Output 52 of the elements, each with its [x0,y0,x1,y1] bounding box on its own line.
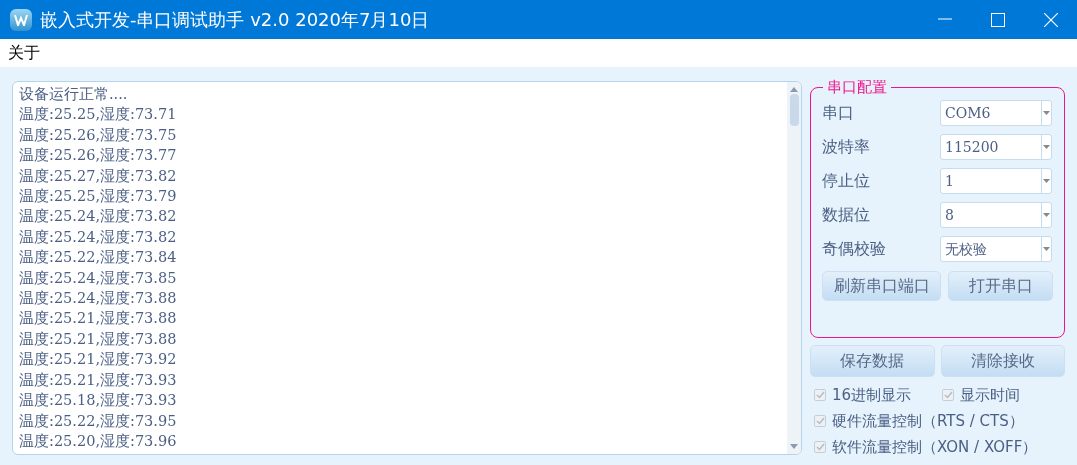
log-line: 温度:25.21,湿度:73.88 [19,329,178,349]
dropdown-arrow-icon [1043,247,1050,251]
log-line: 温度:25.21,湿度:73.92 [19,350,178,370]
log-line: 温度:25.22,湿度:73.95 [19,411,178,431]
log-line: 温度:25.24,湿度:73.82 [19,227,178,247]
button[interactable]: 刷新串口端口 [822,271,941,301]
receive-textbox[interactable] [12,81,802,455]
close-icon[interactable] [1043,12,1058,27]
dropdown-arrow-icon [1043,179,1050,183]
field-label: 串口 [822,102,855,124]
log-line: 温度:25.25,湿度:73.71 [19,105,178,125]
dropdown-arrow-icon [1043,145,1050,149]
scroll-up-icon[interactable] [790,86,798,92]
log-line: 温度:25.20,湿度:73.96 [19,431,178,451]
log-line: 温度:25.24,湿度:73.85 [19,268,178,288]
dropdown-arrow-icon [1043,111,1050,115]
log-line: 温度:25.26,湿度:73.77 [19,146,178,166]
scroll-thumb[interactable] [789,94,799,126]
dropdown-arrow-icon [1043,213,1050,217]
log-line: 温度:25.21,湿度:73.88 [19,309,178,329]
button[interactable]: 打开串口 [948,271,1053,301]
dropdown[interactable]: COM6 [940,100,1052,126]
maximize-icon[interactable] [990,12,1005,27]
button[interactable]: 清除接收 [940,345,1065,377]
field-label: 数据位 [822,204,871,226]
dropdown[interactable]: 115200 [940,134,1052,160]
checkbox-label: 显示时间 [960,385,1020,406]
log-line: 温度:25.24,湿度:73.88 [19,289,178,309]
field-label: 停止位 [822,170,871,192]
log-line: 温度:25.18,湿度:73.93 [19,391,178,411]
app-logo-icon [10,8,32,31]
log-line: 温度:25.25,湿度:73.79 [19,187,178,207]
scroll-down-icon[interactable] [790,444,798,450]
checkbox-label: 软件流量控制（XON / XOFF） [832,437,1038,458]
dropdown[interactable]: 1 [940,168,1052,194]
button[interactable]: 保存数据 [810,345,935,377]
field-label: 奇偶校验 [822,238,887,260]
log-line: 温度:25.24,湿度:73.82 [19,207,178,227]
checkbox-label: 16进制显示 [832,385,912,406]
window-title: 嵌入式开发-串口调试助手 v2.0 2020年7月10日 [40,8,430,33]
log-line: 温度:25.22,湿度:73.84 [19,248,178,268]
scrollbar[interactable] [787,82,801,454]
checkbox-label: 硬件流量控制（RTS / CTS） [832,411,1024,432]
log-line: 设备运行正常.... [19,85,129,104]
log-line: 温度:25.26,湿度:73.75 [19,125,178,145]
field-label: 波特率 [822,136,871,158]
dropdown[interactable]: 8 [940,202,1052,228]
log-line: 温度:25.27,湿度:73.82 [19,166,178,186]
menu-item[interactable]: 关于 [8,41,40,66]
dropdown[interactable]: 无校验 [940,236,1052,262]
group-title: 串口配置 [823,77,891,97]
log-line: 温度:25.21,湿度:73.93 [19,370,178,390]
